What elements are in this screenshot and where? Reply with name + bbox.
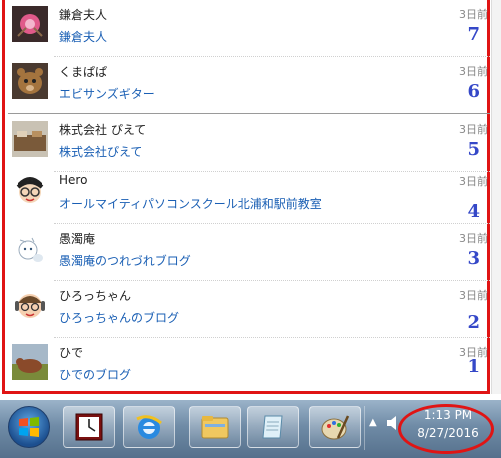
- notepad-icon: [262, 415, 283, 439]
- item-link[interactable]: オールマイティパソコンスクール北浦和駅前教室: [59, 195, 322, 212]
- feed-list: 鎌倉夫人 鎌倉夫人 3日前 7 くまぱぱ エビサンズギター 3日前 6 株式会社…: [2, 0, 490, 394]
- divider: [8, 113, 490, 114]
- item-name: ひろっちゃん: [59, 289, 132, 303]
- item-number: 1: [467, 356, 480, 377]
- scrollbar[interactable]: [491, 0, 501, 394]
- item-time: 3日前: [459, 289, 488, 302]
- avatar[interactable]: [12, 344, 48, 380]
- item-link[interactable]: エビサンズギター: [59, 85, 155, 102]
- item-link[interactable]: 株式会社ぴえて: [59, 143, 142, 160]
- avatar[interactable]: [12, 6, 48, 42]
- item-number: 5: [467, 139, 480, 160]
- item-name: Hero: [59, 173, 88, 187]
- avatar[interactable]: [12, 287, 48, 323]
- item-number: 7: [467, 24, 480, 45]
- item-number: 4: [467, 201, 480, 222]
- avatar[interactable]: [12, 121, 48, 157]
- tray-divider: [364, 406, 365, 450]
- item-name: 鎌倉夫人: [59, 8, 108, 22]
- avatar[interactable]: [12, 173, 48, 209]
- avatar[interactable]: [12, 63, 48, 99]
- taskbar-app-explorer[interactable]: [189, 406, 241, 448]
- taskbar-app-paint[interactable]: [309, 406, 361, 448]
- internet-explorer-icon: [136, 415, 162, 439]
- avatar[interactable]: [12, 230, 48, 266]
- list-item[interactable]: ひろっちゃん ひろっちゃんのブログ 3日前 2: [8, 281, 490, 338]
- list-item[interactable]: 愚濁庵 愚濁庵のつれづれブログ 3日前 3: [8, 224, 490, 281]
- item-name: 株式会社 ぴえて: [59, 123, 147, 137]
- start-button[interactable]: [8, 406, 50, 448]
- item-time: 3日前: [459, 8, 488, 21]
- item-time: 3日前: [459, 232, 488, 245]
- item-link[interactable]: ひでのブログ: [59, 366, 131, 383]
- show-hidden-icons-arrow-icon[interactable]: ▲: [369, 417, 377, 428]
- item-link[interactable]: ひろっちゃんのブログ: [59, 309, 179, 326]
- item-time: 3日前: [459, 123, 488, 136]
- list-item[interactable]: くまぱぱ エビサンズギター 3日前 6: [8, 57, 490, 114]
- taskbar-app-notes[interactable]: [247, 406, 299, 448]
- item-number: 2: [467, 312, 480, 333]
- list-item[interactable]: Hero オールマイティパソコンスクール北浦和駅前教室 3日前 4: [8, 167, 490, 224]
- item-name: ひで: [59, 346, 84, 360]
- clock-app-icon: [75, 413, 103, 441]
- item-name: 愚濁庵: [59, 232, 96, 246]
- item-name: くまぱぱ: [59, 65, 108, 79]
- item-number: 6: [467, 81, 480, 102]
- annotation-circle: [398, 404, 494, 454]
- item-link[interactable]: 鎌倉夫人: [59, 28, 107, 45]
- list-item[interactable]: 株式会社 ぴえて 株式会社ぴえて 3日前 5: [8, 115, 490, 172]
- taskbar-app-internet-explorer[interactable]: [123, 406, 175, 448]
- windows-logo-icon: [19, 417, 39, 437]
- list-item[interactable]: 鎌倉夫人 鎌倉夫人 3日前 7: [8, 0, 490, 57]
- item-time: 3日前: [459, 65, 488, 78]
- item-number: 3: [467, 248, 480, 269]
- list-item[interactable]: ひで ひでのブログ 3日前 1: [8, 338, 490, 395]
- item-time: 3日前: [459, 175, 488, 188]
- paint-palette-icon: [321, 415, 350, 440]
- item-link[interactable]: 愚濁庵のつれづれブログ: [59, 252, 191, 269]
- folder-icon: [201, 416, 229, 439]
- taskbar-app-clock[interactable]: [63, 406, 115, 448]
